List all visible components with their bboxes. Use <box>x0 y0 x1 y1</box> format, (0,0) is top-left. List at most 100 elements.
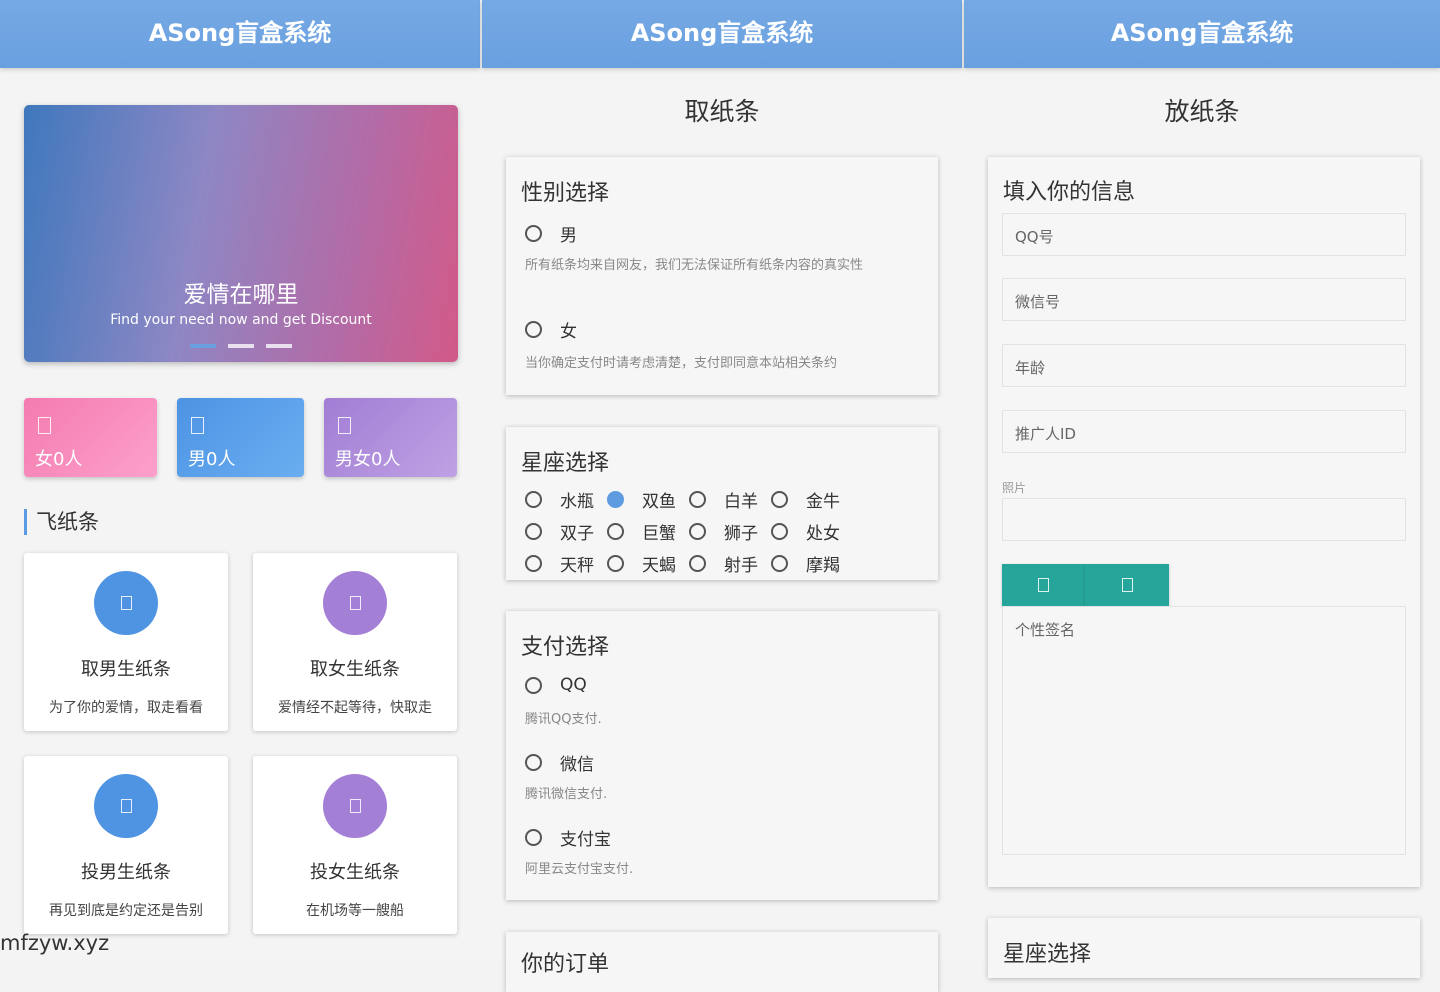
radio[interactable] <box>689 555 706 572</box>
watermark: mfzyw.xyz <box>0 931 110 955</box>
radio[interactable] <box>689 523 706 540</box>
banner-title: 爱情在哪里 <box>183 282 299 308</box>
zodiac-option[interactable]: 天蝎 <box>607 551 689 576</box>
card-subtitle: 再见到底是约定还是告别 <box>49 903 203 919</box>
option-label: QQ <box>560 675 587 695</box>
male-icon <box>191 417 204 434</box>
payment-option-alipay[interactable]: 支付宝 <box>525 825 611 850</box>
stat-female: 女0人 <box>24 398 157 477</box>
app-header: ASong盲盒系统 <box>0 0 480 68</box>
card-subtitle: 爱情经不起等待，快取走 <box>278 700 432 716</box>
option-label: 射手 <box>724 556 758 576</box>
option-label: 白羊 <box>724 492 758 512</box>
option-hint: 阿里云支付宝支付. <box>525 862 634 877</box>
camera-icon <box>1121 578 1133 592</box>
age-input[interactable]: 年龄 <box>1002 344 1406 387</box>
gender-option-male[interactable]: 男 <box>525 221 577 246</box>
take-female-card[interactable]: 取女生纸条爱情经不起等待，快取走 <box>253 553 457 731</box>
radio[interactable] <box>771 555 788 572</box>
put-male-card[interactable]: 投男生纸条 再见到底是约定还是告别 <box>24 756 228 934</box>
option-label: 女 <box>560 322 577 342</box>
banner-carousel[interactable]: 爱情在哪里 Find your need now and get Discoun… <box>24 105 458 362</box>
radio[interactable] <box>525 321 542 338</box>
radio[interactable] <box>525 829 542 846</box>
photo-input[interactable] <box>1002 498 1406 541</box>
female-icon <box>38 417 51 434</box>
app-header: ASong盲盒系统 <box>482 0 962 68</box>
upload-icon <box>1038 578 1049 592</box>
carousel-indicators <box>24 344 458 348</box>
wechat-input[interactable]: 微信号 <box>1002 278 1406 321</box>
qq-input[interactable]: QQ号 <box>1002 213 1406 256</box>
option-hint: 当你确定支付时请考虑清楚，支付即同意本站相关条约 <box>525 356 838 371</box>
zodiac-option[interactable]: 摩羯 <box>771 551 853 576</box>
option-label: 微信 <box>560 755 594 775</box>
radio[interactable] <box>771 523 788 540</box>
card-subtitle: 为了你的爱情，取走看看 <box>49 700 203 716</box>
stat-label: 男0人 <box>188 449 236 470</box>
option-label: 狮子 <box>724 524 758 544</box>
zodiac-option[interactable]: 金牛 <box>771 487 853 512</box>
page-title: 取纸条 <box>684 97 760 126</box>
payment-card: 支付选择 QQ 腾讯QQ支付. 微信 腾讯微信支付. 支付宝 阿里云支付宝支付. <box>506 611 938 900</box>
zodiac-option[interactable]: 巨蟹 <box>607 519 689 544</box>
option-label: 摩羯 <box>806 556 840 576</box>
zodiac-option[interactable]: 天秤 <box>525 551 607 576</box>
take-male-card[interactable]: 取男生纸条为了你的爱情，取走看看 <box>24 553 228 731</box>
radio[interactable] <box>525 225 542 242</box>
zodiac-option[interactable]: 白羊 <box>689 487 771 512</box>
option-label: 天秤 <box>560 556 594 576</box>
radio[interactable] <box>525 555 542 572</box>
radio[interactable] <box>607 523 624 540</box>
zodiac-option[interactable]: 狮子 <box>689 519 771 544</box>
card-title: 投女生纸条 <box>310 862 400 883</box>
promoter-id-input[interactable]: 推广人ID <box>1002 410 1406 453</box>
radio[interactable] <box>525 754 542 771</box>
radio[interactable] <box>525 676 542 694</box>
order-card: 你的订单 <box>506 932 938 992</box>
gender-option-female[interactable]: 女 <box>525 317 577 342</box>
gender-card: 性别选择 男 所有纸条均来自网友，我们无法保证所有纸条内容的真实性 女 当你确定… <box>506 157 938 395</box>
card-title: 取女生纸条 <box>310 659 400 680</box>
upload-button[interactable] <box>1002 564 1085 606</box>
zodiac-option[interactable]: 水瓶 <box>525 487 607 512</box>
banner-subtitle: Find your need now and get Discount <box>110 312 372 328</box>
zodiac-option[interactable]: 双子 <box>525 519 607 544</box>
radio[interactable] <box>689 491 706 508</box>
stat-male: 男0人 <box>177 398 304 477</box>
indicator-1[interactable] <box>190 344 216 348</box>
option-hint: 腾讯微信支付. <box>525 787 608 802</box>
zodiac-option[interactable]: 处女 <box>771 519 853 544</box>
zodiac-option[interactable]: 双鱼 <box>607 487 689 512</box>
radio[interactable] <box>607 555 624 572</box>
radio[interactable] <box>607 491 624 508</box>
zodiac-card: 星座选择 水瓶 双鱼 白羊 金牛双子 巨蟹 狮子 处女天秤 天蝎 射手 摩羯 <box>506 427 938 580</box>
indicator-3[interactable] <box>266 344 292 348</box>
zodiac-options: 水瓶 双鱼 白羊 金牛双子 巨蟹 狮子 处女天秤 天蝎 射手 摩羯 <box>525 487 853 576</box>
radio[interactable] <box>771 491 788 508</box>
signature-textarea[interactable]: 个性签名 <box>1002 606 1406 855</box>
option-label: 天蝎 <box>642 556 676 576</box>
take-panel: ASong盲盒系统 取纸条 性别选择 男 所有纸条均来自网友，我们无法保证所有纸… <box>482 0 962 992</box>
option-label: 男 <box>560 226 577 246</box>
put-female-card[interactable]: 投女生纸条在机场等一艘船 <box>253 756 457 934</box>
card-subtitle: 在机场等一艘船 <box>306 903 404 919</box>
stat-all: 男女0人 <box>324 398 457 477</box>
option-label: 巨蟹 <box>642 524 676 544</box>
zodiac-card: 星座选择 <box>988 918 1420 978</box>
card-title: 星座选择 <box>521 451 610 476</box>
card-title: 取男生纸条 <box>81 659 171 680</box>
camera-button[interactable] <box>1085 564 1169 606</box>
card-title: 你的订单 <box>521 952 610 977</box>
home-panel: ASong盲盒系统 爱情在哪里 Find your need now and g… <box>0 0 480 961</box>
option-label: 双子 <box>560 524 594 544</box>
zodiac-option[interactable]: 射手 <box>689 551 771 576</box>
payment-option-qq[interactable]: QQ <box>525 675 587 695</box>
radio[interactable] <box>525 523 542 540</box>
payment-option-wechat[interactable]: 微信 <box>525 750 594 775</box>
section-title: 飞纸条 <box>24 509 99 535</box>
put-panel: ASong盲盒系统 放纸条 填入你的信息 QQ号 微信号 年龄 推广人ID 照片… <box>964 0 1440 978</box>
radio[interactable] <box>525 491 542 508</box>
indicator-2[interactable] <box>228 344 254 348</box>
card-icon <box>94 571 158 635</box>
